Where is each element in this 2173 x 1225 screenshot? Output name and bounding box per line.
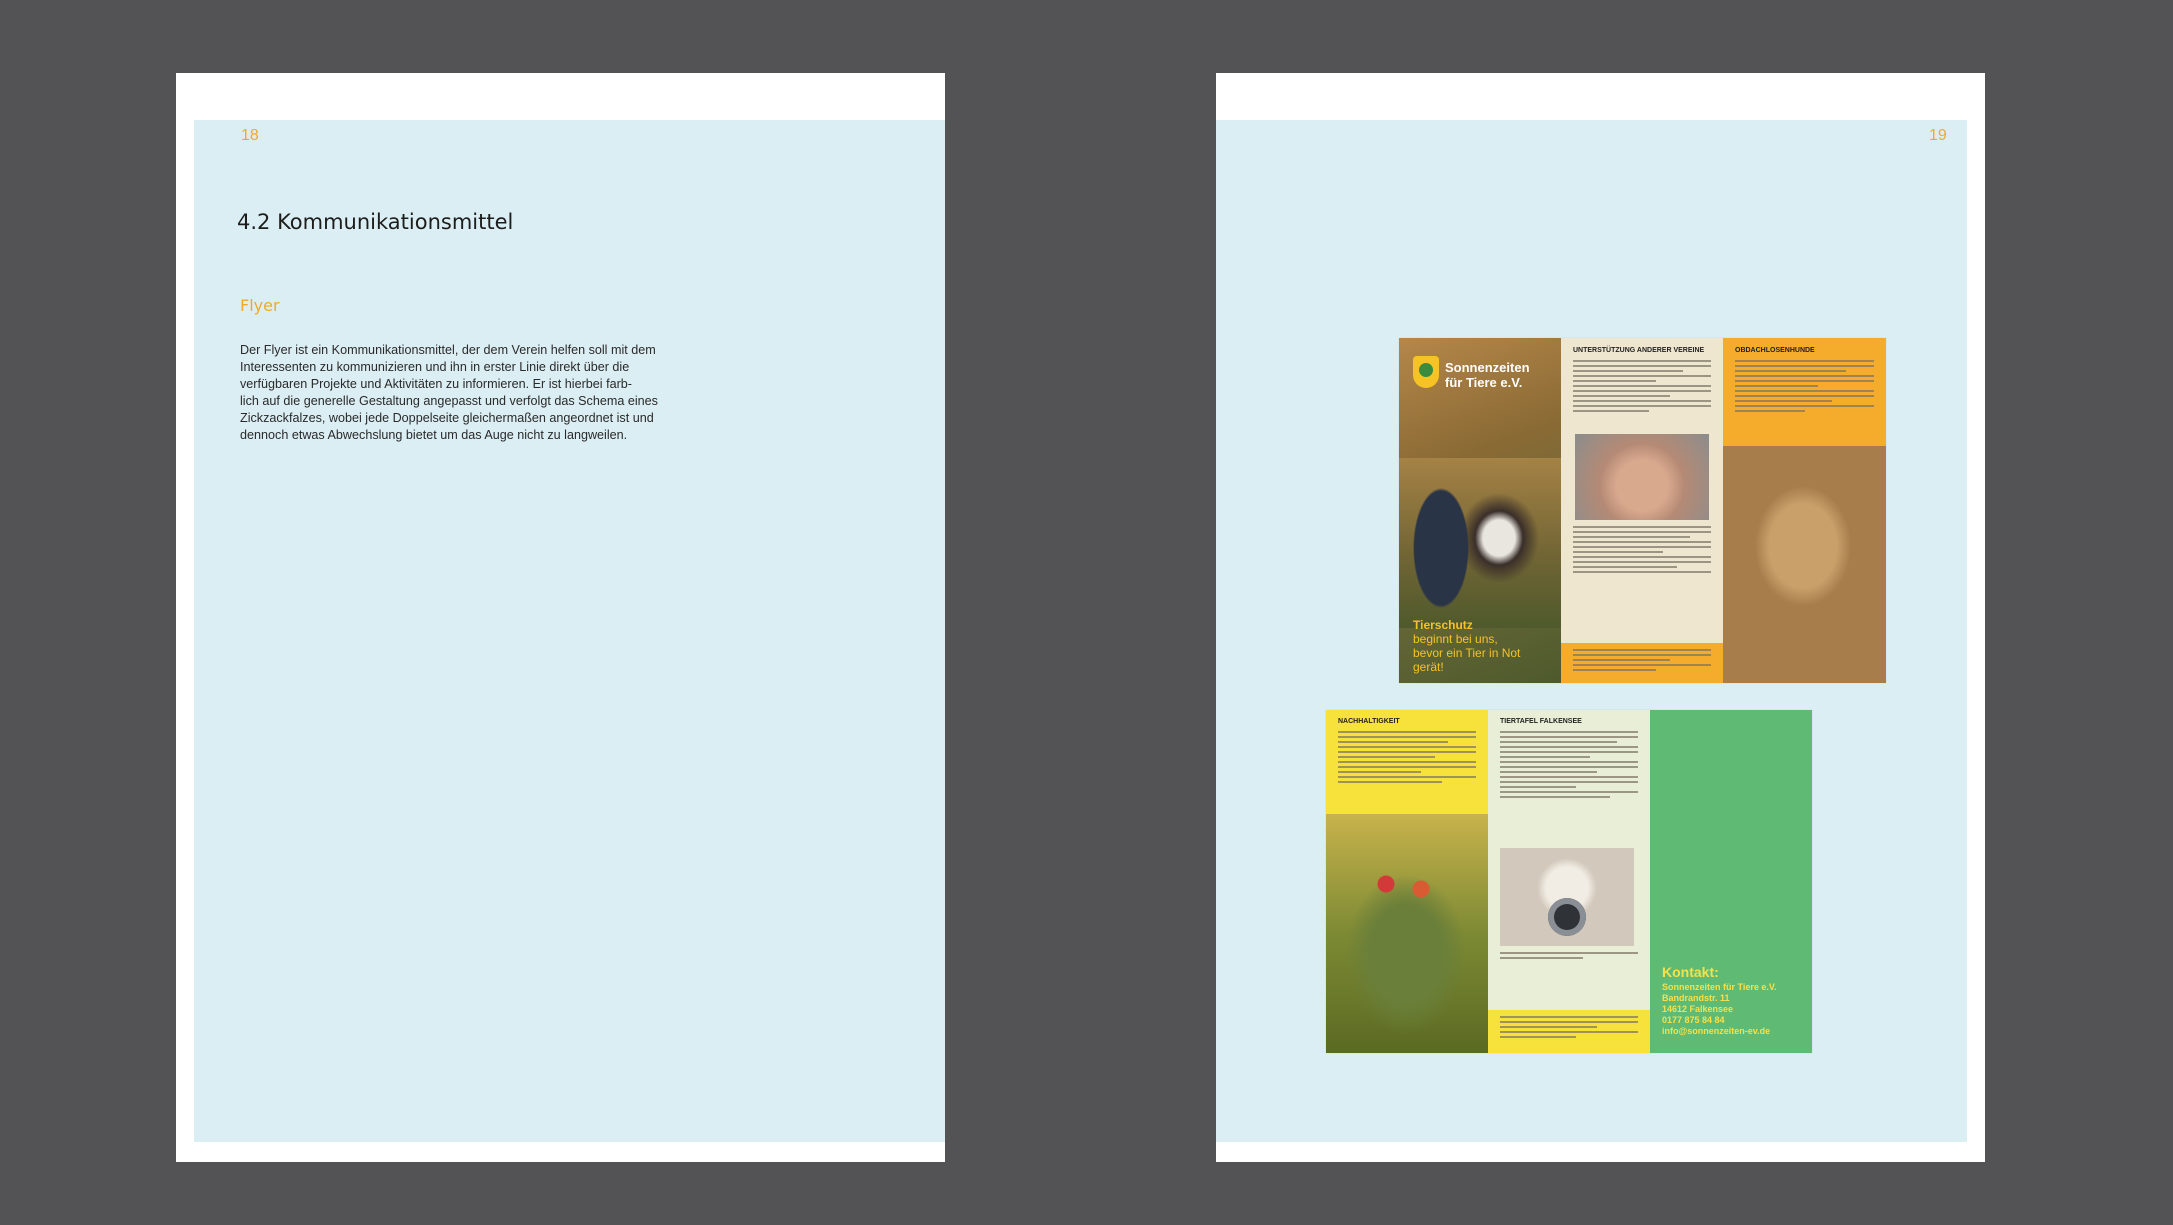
flyer-cover-panel: Sonnenzeiten für Tiere e.V. Tierschutz b… [1399,338,1561,683]
yellow-info-bar [1488,1010,1650,1053]
cover-claim: Tierschutz beginnt bei uns, bevor ein Ti… [1413,618,1520,674]
children-in-forest-photo [1326,814,1488,1053]
page-19-content: 19 Sonnenzeiten für Tiere e.V. Tierschut… [1216,120,1967,1142]
claim-line: bevor ein Tier in Not [1413,646,1521,660]
claim-line: gerät! [1413,660,1444,674]
orange-header-block: OBDACHLOSENHUNDE [1723,338,1886,446]
body-line: lich auf die generelle Gestaltung angepa… [240,394,658,408]
panel-heading: OBDACHLOSENHUNDE [1735,347,1815,354]
contact-line: 14612 Falkensee [1662,1004,1734,1014]
child-with-dog-photo [1399,458,1561,628]
dog-with-bowl-photo [1500,848,1634,946]
flyer-outer-side: Sonnenzeiten für Tiere e.V. Tierschutz b… [1399,338,1886,683]
body-line: dennoch etwas Abwechslung bietet um das … [240,428,628,442]
page-number: 18 [241,127,259,144]
section-heading: 4.2 Kommunikationsmittel [237,210,514,234]
text-block [1573,526,1711,576]
body-paragraph: Der Flyer ist ein Kommunikationsmittel, … [240,342,740,444]
text-block [1735,360,1874,415]
text-block [1500,952,1638,962]
logo-line: Sonnenzeiten [1445,360,1530,375]
text-block [1573,649,1711,674]
hands-photo [1575,434,1709,520]
page-18: 18 4.2 Kommunikationsmittel Flyer Der Fl… [176,73,945,1162]
body-line: verfügbaren Projekte und Aktivitäten zu … [240,377,632,391]
contact-line: info@sonnenzeiten-ev.de [1662,1026,1771,1036]
logo-shield-icon [1413,356,1439,388]
page-19: 19 Sonnenzeiten für Tiere e.V. Tierschut… [1216,73,1985,1162]
contact-line: Bandrandstr. 11 [1662,993,1730,1003]
body-line: Der Flyer ist ein Kommunikationsmittel, … [240,343,656,357]
flyer-panel-food-bank: TIERTAFEL FALKENSEE [1488,710,1650,1053]
text-block [1338,731,1476,786]
panel-heading: TIERTAFEL FALKENSEE [1500,718,1582,725]
page-18-content: 18 4.2 Kommunikationsmittel Flyer Der Fl… [194,120,945,1142]
subsection-heading: Flyer [240,296,280,315]
contact-line: 0177 875 84 84 [1662,1015,1725,1025]
text-block [1573,360,1711,415]
flyer-inner-side: NACHHALTIGKEIT TIERTAFEL FALKENSEE Konta… [1326,710,1812,1053]
contact-line: Sonnenzeiten für Tiere e.V. [1662,982,1777,992]
flyer-panel-homeless-dogs: OBDACHLOSENHUNDE [1723,338,1886,683]
contact-title: Kontakt: [1662,964,1719,980]
logo-line: für Tiere e.V. [1445,375,1523,390]
flyer-panel-support: UNTERSTÜTZUNG ANDERER VEREINE [1561,338,1723,683]
orange-info-bar [1561,643,1723,683]
text-block [1500,1016,1638,1041]
panel-heading: NACHHALTIGKEIT [1338,718,1400,725]
flyer-panel-sustainability: NACHHALTIGKEIT [1326,710,1488,1053]
flyer-logo-text: Sonnenzeiten für Tiere e.V. [1445,360,1530,390]
flyer-panel-contact: Kontakt: Sonnenzeiten für Tiere e.V. Ban… [1650,710,1812,1053]
panel-heading: UNTERSTÜTZUNG ANDERER VEREINE [1573,347,1705,354]
page-number: 19 [1929,127,1947,144]
body-line: Interessenten zu kommunizieren und ihn i… [240,360,630,374]
body-line: Zickzackfalzes, wobei jede Doppelseite g… [240,411,654,425]
text-block [1500,731,1638,801]
dog-photo [1723,446,1886,683]
claim-line: beginnt bei uns, [1413,632,1498,646]
claim-line: Tierschutz [1413,618,1473,632]
